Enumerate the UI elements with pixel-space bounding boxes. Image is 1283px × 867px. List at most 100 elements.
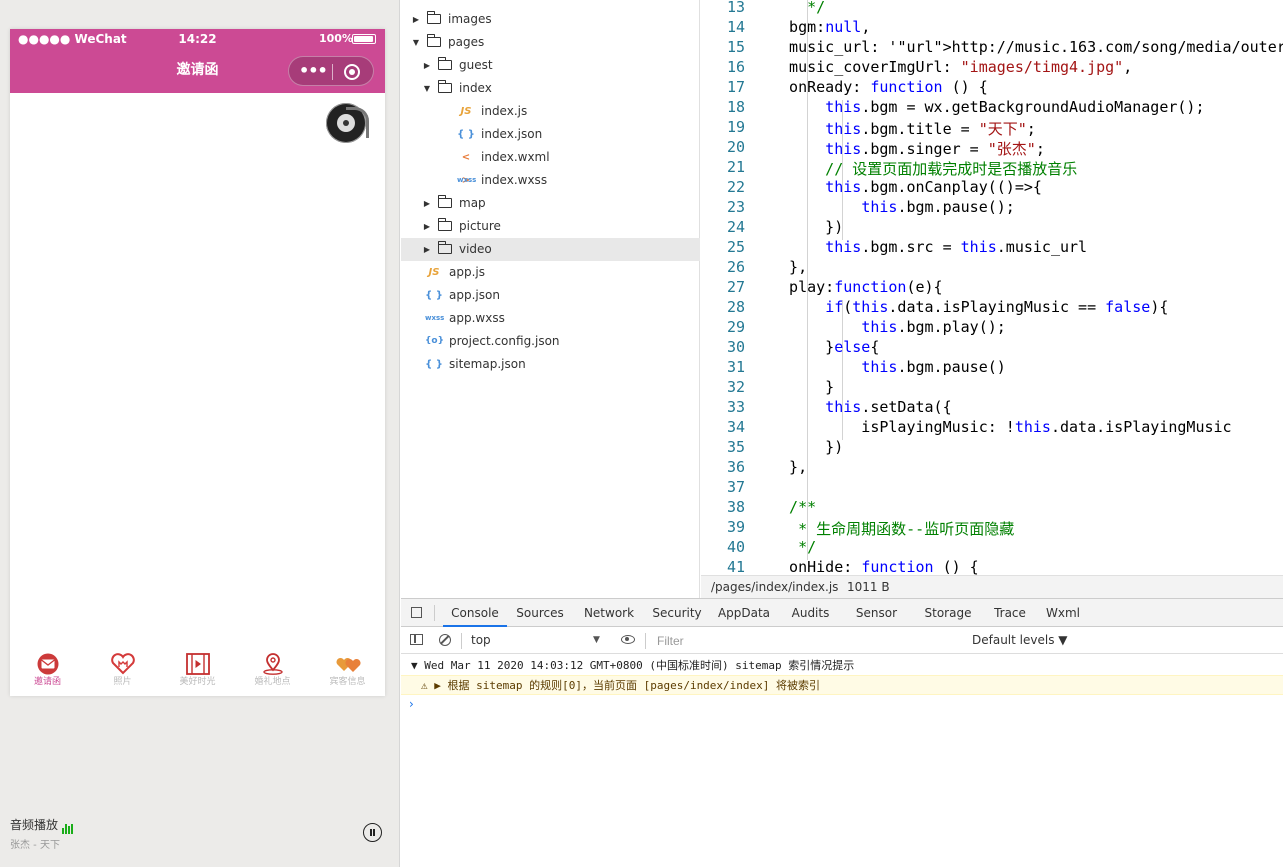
sidebar-toggle-icon[interactable] — [410, 634, 423, 645]
code-line[interactable]: this.bgm.singer = "张杰"; — [771, 138, 1045, 159]
code-line[interactable]: play:function(e){ — [771, 278, 943, 296]
tree-file[interactable]: JS index.js — [401, 100, 700, 123]
line-number: 23 — [726, 198, 745, 216]
divider — [434, 605, 435, 621]
tree-folder-images[interactable]: ▶ images — [401, 8, 700, 31]
tree-label: index — [459, 81, 492, 95]
code-line[interactable]: // 设置页面加载完成时是否播放音乐 — [771, 158, 1077, 179]
tree-file[interactable]: < > index.wxml — [401, 146, 700, 186]
tab-sources[interactable]: Sources — [507, 599, 573, 627]
caret-right-icon[interactable]: ▶ — [411, 8, 421, 31]
tree-folder-map[interactable]: ▶ map — [401, 192, 700, 215]
line-number: 19 — [726, 118, 745, 136]
clear-console-icon[interactable] — [439, 634, 451, 646]
console-prompt[interactable]: › — [409, 697, 414, 711]
tree-file[interactable]: wxss app.wxss — [401, 307, 700, 330]
tab-label: 美好时光 — [179, 677, 216, 687]
code-line[interactable]: */ — [771, 538, 816, 556]
filter-input[interactable] — [651, 632, 963, 650]
code-line[interactable]: this.bgm.play(); — [771, 318, 1006, 336]
tree-file[interactable]: {o} project.config.json — [401, 330, 700, 353]
code-line[interactable]: this.bgm.pause() — [771, 358, 1006, 376]
tree-label: map — [459, 196, 486, 210]
tab-photos[interactable]: 照片 — [85, 647, 160, 696]
chevron-down-icon: ▼ — [593, 635, 600, 645]
tree-file[interactable]: wxss index.wxss — [401, 169, 700, 192]
tab-appdata[interactable]: AppData — [709, 599, 779, 627]
folder-icon — [438, 57, 452, 70]
code-line[interactable]: }, — [771, 458, 807, 476]
console-log-group[interactable]: ▼ Wed Mar 11 2020 14:03:12 GMT+0800 (中国标… — [401, 657, 1283, 675]
code-line[interactable]: */ — [771, 0, 825, 16]
code-editor[interactable]: 13 */ 14 bgm:null, 15 music_url: '"url">ht… — [701, 0, 1283, 575]
more-icon[interactable]: ••• — [299, 63, 328, 79]
code-line[interactable]: this.bgm.title = "天下"; — [771, 118, 1036, 139]
tree-folder-index[interactable]: ▼ index — [401, 77, 700, 100]
code-line[interactable]: }) — [771, 218, 843, 236]
devtools-tabs: Console Sources Network Security AppData Audi… — [401, 599, 1283, 627]
code-line[interactable]: if(this.data.isPlayingMusic == false){ — [771, 298, 1168, 316]
line-number: 13 — [726, 0, 745, 16]
caret-right-icon[interactable]: ▶ — [422, 192, 432, 215]
code-line[interactable]: this.bgm.src = this.music_url — [771, 238, 1087, 256]
tonearm-icon — [346, 107, 369, 138]
line-number: 24 — [726, 218, 745, 236]
js-file-icon: JS — [428, 267, 440, 278]
simulator-panel: ●●●●● WeChat 14:22 100% 邀请函 ••• 邀请函 照片 美… — [0, 0, 400, 867]
tab-good-times[interactable]: 美好时光 — [160, 647, 235, 696]
code-line[interactable]: onReady: function () { — [771, 78, 988, 96]
caret-right-icon[interactable]: ▶ — [422, 54, 432, 77]
close-miniprogram-icon[interactable] — [344, 64, 360, 80]
context-select[interactable]: top — [471, 631, 605, 650]
code-line[interactable]: bgm:null, — [771, 18, 870, 36]
tree-folder-video[interactable]: ▶ video — [401, 238, 700, 261]
caret-right-icon[interactable]: ▶ — [422, 238, 432, 261]
caret-down-icon[interactable]: ▼ — [411, 31, 421, 54]
tree-file[interactable]: { } index.json — [401, 123, 700, 146]
code-line[interactable]: onHide: function () { — [771, 558, 979, 575]
line-number: 26 — [726, 258, 745, 276]
line-number: 16 — [726, 58, 745, 76]
log-levels-select[interactable]: Default levels ▼ — [972, 631, 1068, 650]
tab-sensor[interactable]: Sensor — [842, 599, 911, 627]
inspect-element-icon[interactable] — [411, 607, 422, 618]
code-line[interactable]: /** — [771, 498, 816, 516]
tab-trace[interactable]: Trace — [985, 599, 1035, 627]
code-line[interactable]: this.bgm = wx.getBackgroundAudioManager(… — [771, 98, 1204, 116]
live-expression-eye-icon[interactable] — [621, 635, 635, 644]
caret-right-icon[interactable]: ▶ — [422, 215, 432, 238]
tree-file[interactable]: JS app.js — [401, 261, 700, 284]
code-line[interactable]: isPlayingMusic: !this.data.isPlayingMusi… — [771, 418, 1231, 436]
tab-wxml[interactable]: Wxml — [1035, 599, 1091, 627]
tab-guest-info[interactable]: 宾客信息 — [310, 647, 385, 696]
tree-folder-guest[interactable]: ▶ guest — [401, 54, 700, 77]
folder-icon — [427, 11, 441, 24]
code-line[interactable]: this.bgm.onCanplay(()=>{ — [771, 178, 1042, 196]
tree-label: index.json — [481, 127, 543, 141]
tab-wedding-location[interactable]: 婚礼地点 — [235, 647, 310, 696]
capsule-menu: ••• — [288, 56, 374, 86]
code-line[interactable]: this.bgm.pause(); — [771, 198, 1015, 216]
tree-folder-picture[interactable]: ▶ picture — [401, 215, 700, 238]
code-line[interactable]: this.setData({ — [771, 398, 951, 416]
tab-security[interactable]: Security — [645, 599, 709, 627]
tab-console[interactable]: Console — [443, 599, 507, 627]
tab-network[interactable]: Network — [573, 599, 645, 627]
pause-icon[interactable] — [363, 823, 382, 842]
code-line[interactable]: } — [771, 378, 834, 396]
code-line[interactable]: }else{ — [771, 338, 879, 356]
caret-down-icon[interactable]: ▼ — [422, 77, 432, 100]
code-line[interactable]: }, — [771, 258, 807, 276]
code-line[interactable]: }) — [771, 438, 843, 456]
tab-audits[interactable]: Audits — [779, 599, 842, 627]
line-number: 38 — [726, 498, 745, 516]
tree-folder-pages[interactable]: ▼ pages — [401, 31, 700, 54]
tab-invitation[interactable]: 邀请函 — [10, 647, 85, 696]
tab-storage[interactable]: Storage — [911, 599, 985, 627]
code-line[interactable]: music_coverImgUrl: "images/timg4.jpg", — [771, 58, 1132, 76]
code-line[interactable]: music_url: '"url">http://music.163.com/s… — [771, 38, 1283, 56]
console-warning[interactable]: ⚠ ▶ 根据 sitemap 的规则[0]，当前页面 [pages/index/… — [401, 675, 1283, 695]
tree-file[interactable]: { } app.json — [401, 284, 700, 307]
code-line[interactable]: * 生命周期函数--监听页面隐藏 — [771, 518, 1014, 539]
tree-file[interactable]: { } sitemap.json — [401, 353, 700, 376]
